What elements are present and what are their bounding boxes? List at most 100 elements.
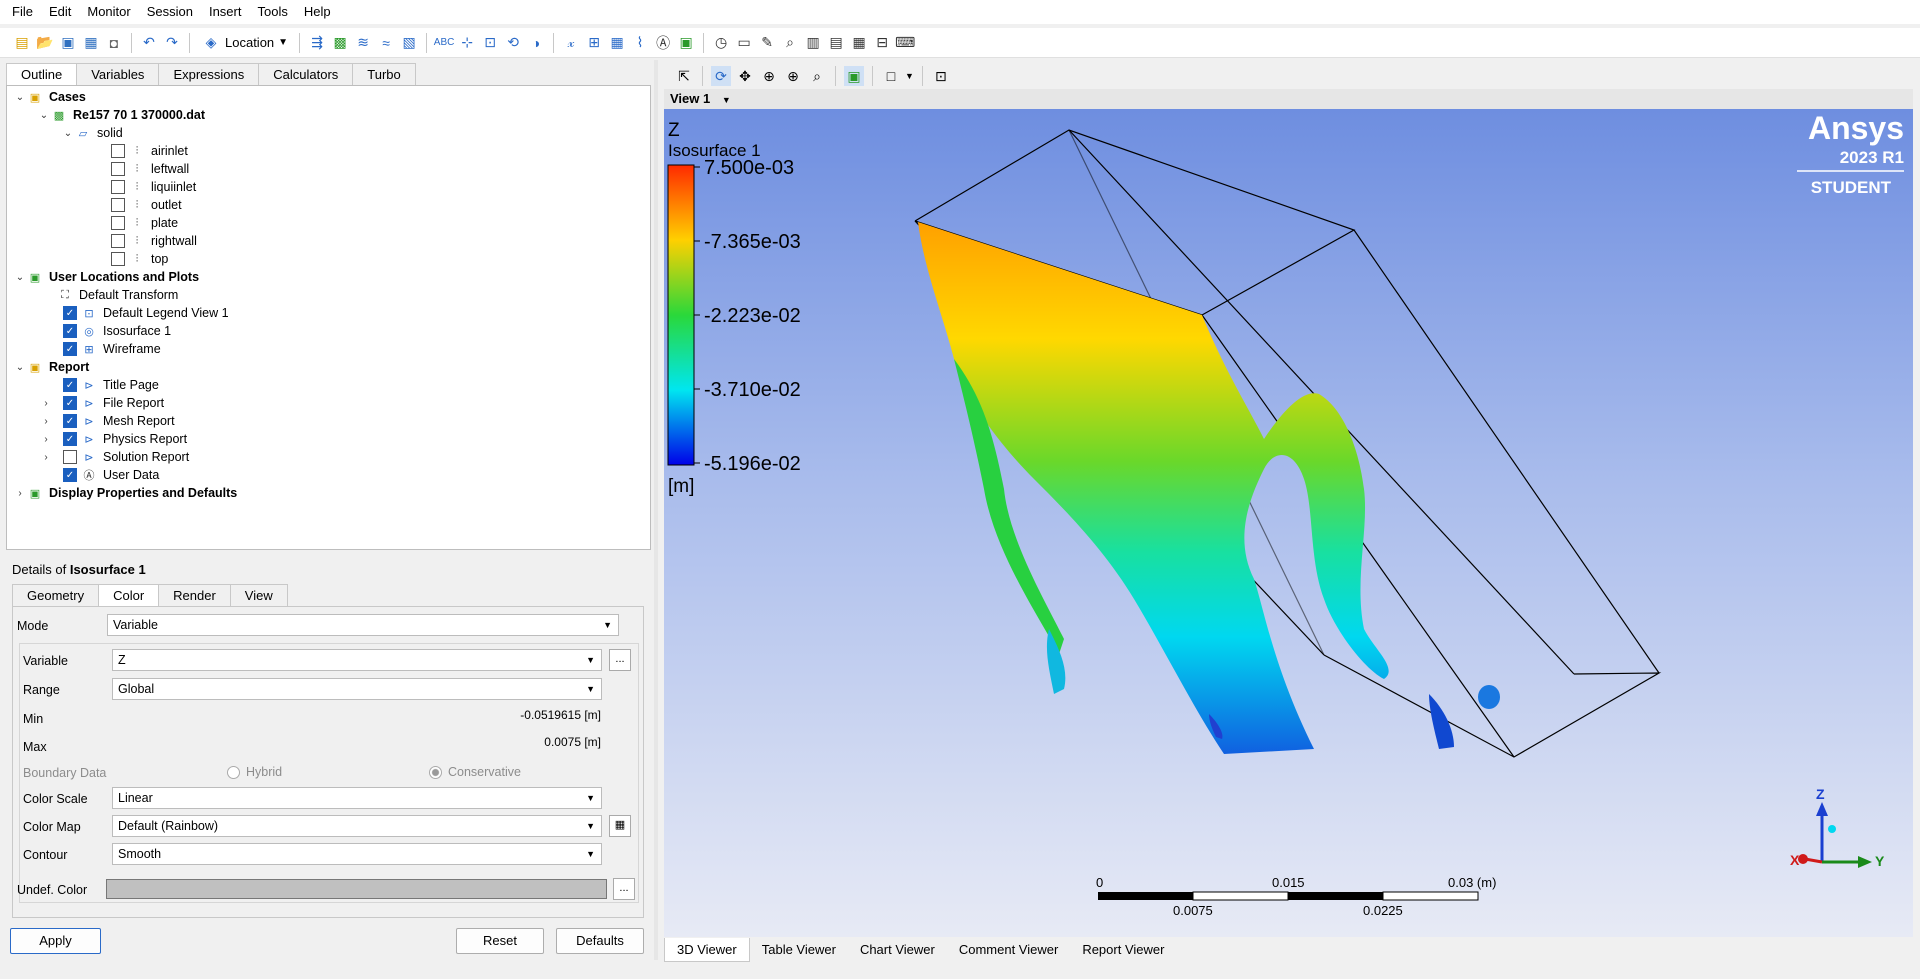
pan-icon[interactable]: ✥ — [735, 66, 755, 86]
chevron-down-icon[interactable]: ⌄ — [37, 110, 51, 121]
tab-table-viewer[interactable]: Table Viewer — [750, 938, 848, 962]
variable-select[interactable]: Z ▼ — [112, 649, 602, 671]
tab-report-viewer[interactable]: Report Viewer — [1070, 938, 1176, 962]
chevron-down-icon[interactable]: ⌄ — [61, 128, 75, 139]
panel-splitter[interactable] — [654, 60, 658, 960]
color-map-editor-button[interactable]: ▦ — [609, 815, 631, 837]
quick-editor-icon[interactable]: ✎ — [757, 33, 777, 53]
table-icon[interactable]: ▦ — [607, 33, 627, 53]
text-icon[interactable]: ABC — [434, 33, 455, 53]
legend-icon[interactable]: ⊡ — [480, 33, 500, 53]
tab-expressions[interactable]: Expressions — [158, 63, 260, 85]
tree-item-boundary[interactable]: ⫶ airinlet — [111, 142, 188, 160]
visibility-checkbox[interactable] — [111, 252, 125, 266]
vector-icon[interactable]: ⇶ — [307, 33, 327, 53]
mode-select[interactable]: Variable ▼ — [107, 614, 619, 636]
menu-edit[interactable]: Edit — [41, 0, 79, 24]
contour-icon[interactable]: ▩ — [330, 33, 350, 53]
timestep-icon[interactable]: ◷ — [711, 33, 731, 53]
chevron-down-icon[interactable]: ⌄ — [13, 272, 27, 283]
chevron-down-icon[interactable]: ⌄ — [13, 362, 27, 373]
tree-item-display-properties[interactable]: › ▣ Display Properties and Defaults — [13, 484, 237, 502]
tree-item-boundary[interactable]: ⫶ rightwall — [111, 232, 197, 250]
contour-select[interactable]: Smooth ▼ — [112, 843, 602, 865]
tab-variables[interactable]: Variables — [76, 63, 160, 85]
case-comparison-icon[interactable]: ⊟ — [872, 33, 892, 53]
synchronize-views-icon[interactable]: ⊡ — [931, 66, 951, 86]
visibility-checkbox[interactable] — [111, 162, 125, 176]
visibility-checkbox[interactable] — [111, 234, 125, 248]
probe-icon[interactable]: ⌕ — [780, 33, 800, 53]
command-editor-icon[interactable]: ⌨ — [895, 33, 915, 53]
menu-insert[interactable]: Insert — [201, 0, 250, 24]
animation-icon[interactable]: ▭ — [734, 33, 754, 53]
tree-item-legend[interactable]: ✓ ⊡ Default Legend View 1 — [63, 304, 229, 322]
chevron-down-icon[interactable]: ▼ — [905, 71, 914, 81]
report-checkbox[interactable]: ✓ — [63, 396, 77, 410]
report-checkbox[interactable]: ✓ — [63, 432, 77, 446]
tree-item-boundary[interactable]: ⫶ outlet — [111, 196, 182, 214]
tree-item-report-solution[interactable]: › ⊳ Solution Report — [39, 448, 189, 466]
tree-item-default-transform[interactable]: ⛶ Default Transform — [57, 286, 178, 304]
streamline-icon[interactable]: ≋ — [353, 33, 373, 53]
chevron-right-icon[interactable]: › — [39, 434, 53, 445]
tab-color[interactable]: Color — [98, 584, 160, 606]
tree-item-report-mesh[interactable]: › ✓ ⊳ Mesh Report — [39, 412, 175, 430]
tree-item-report-file[interactable]: › ✓ ⊳ File Report — [39, 394, 164, 412]
chevron-right-icon[interactable]: › — [39, 398, 53, 409]
variable-browse-button[interactable]: ... — [609, 649, 631, 671]
tree-item-boundary[interactable]: ⫶ plate — [111, 214, 178, 232]
menu-help[interactable]: Help — [296, 0, 339, 24]
menu-tools[interactable]: Tools — [249, 0, 295, 24]
zoom-box-icon[interactable]: ⊕ — [783, 66, 803, 86]
tree-item-case-file[interactable]: ⌄ ▩ Re157 70 1 370000.dat — [37, 106, 205, 124]
tree-item-boundary[interactable]: ⫶ leftwall — [111, 160, 189, 178]
tree-item-isosurface[interactable]: ✓ ◎ Isosurface 1 — [63, 322, 171, 340]
chevron-down-icon[interactable]: ⌄ — [13, 92, 27, 103]
tab-turbo[interactable]: Turbo — [352, 63, 416, 85]
chevron-right-icon[interactable]: › — [13, 488, 27, 499]
menu-session[interactable]: Session — [139, 0, 201, 24]
load-results-icon[interactable]: ▣ — [58, 33, 78, 53]
tree-item-wireframe[interactable]: ✓ ⊞ Wireframe — [63, 340, 161, 358]
report-checkbox[interactable]: ✓ — [63, 414, 77, 428]
figure-icon[interactable]: ▣ — [676, 33, 696, 53]
undef-color-swatch[interactable] — [106, 879, 607, 899]
view-selector[interactable]: View 1 ▼ — [664, 89, 1913, 109]
redo-icon[interactable]: ↷ — [162, 33, 182, 53]
tab-chart-viewer[interactable]: Chart Viewer — [848, 938, 947, 962]
3d-viewport[interactable]: Z Isosurface 1 7.500e-03 -7.365e-03 -2.2… — [664, 109, 1913, 937]
rotate-icon[interactable]: ⟳ — [711, 66, 731, 86]
visibility-checkbox[interactable]: ✓ — [63, 324, 77, 338]
tab-outline[interactable]: Outline — [6, 63, 78, 85]
zoom-icon[interactable]: ⊕ — [759, 66, 779, 86]
conservative-radio[interactable]: Conservative — [429, 765, 521, 780]
new-case-icon[interactable]: ▤ — [12, 33, 32, 53]
chevron-right-icon[interactable]: › — [39, 416, 53, 427]
reset-button[interactable]: Reset — [456, 928, 544, 954]
tab-render[interactable]: Render — [158, 584, 231, 606]
mesh-calculator-icon[interactable]: ▦ — [849, 33, 869, 53]
open-folder-icon[interactable]: 📂 — [35, 33, 55, 53]
color-scale-select[interactable]: Linear ▼ — [112, 787, 602, 809]
report-checkbox[interactable] — [63, 450, 77, 464]
defaults-button[interactable]: Defaults — [556, 928, 644, 954]
particle-track-icon[interactable]: ≈ — [376, 33, 396, 53]
zoom-fit-icon[interactable]: ⌕ — [807, 66, 827, 86]
tab-geometry[interactable]: Geometry — [12, 584, 100, 606]
chart-icon[interactable]: ⌇ — [630, 33, 650, 53]
report-checkbox[interactable]: ✓ — [63, 468, 77, 482]
report-checkbox[interactable]: ✓ — [63, 378, 77, 392]
fit-view-icon[interactable]: ▣ — [844, 66, 864, 86]
select-cursor-icon[interactable]: ⇱ — [674, 66, 694, 86]
tab-comment-viewer[interactable]: Comment Viewer — [947, 938, 1070, 962]
visibility-checkbox[interactable] — [111, 144, 125, 158]
range-select[interactable]: Global ▼ — [112, 678, 602, 700]
tab-calculators[interactable]: Calculators — [258, 63, 354, 85]
tab-3d-viewer[interactable]: 3D Viewer — [664, 938, 750, 962]
visibility-checkbox[interactable]: ✓ — [63, 306, 77, 320]
tree-item-report-user-data[interactable]: ✓ Ⓐ User Data — [63, 466, 159, 484]
function-calculator-icon[interactable]: ▥ — [803, 33, 823, 53]
variable-icon[interactable]: 𝓍 — [561, 33, 581, 53]
screenshot-icon[interactable]: ◘ — [104, 33, 124, 53]
